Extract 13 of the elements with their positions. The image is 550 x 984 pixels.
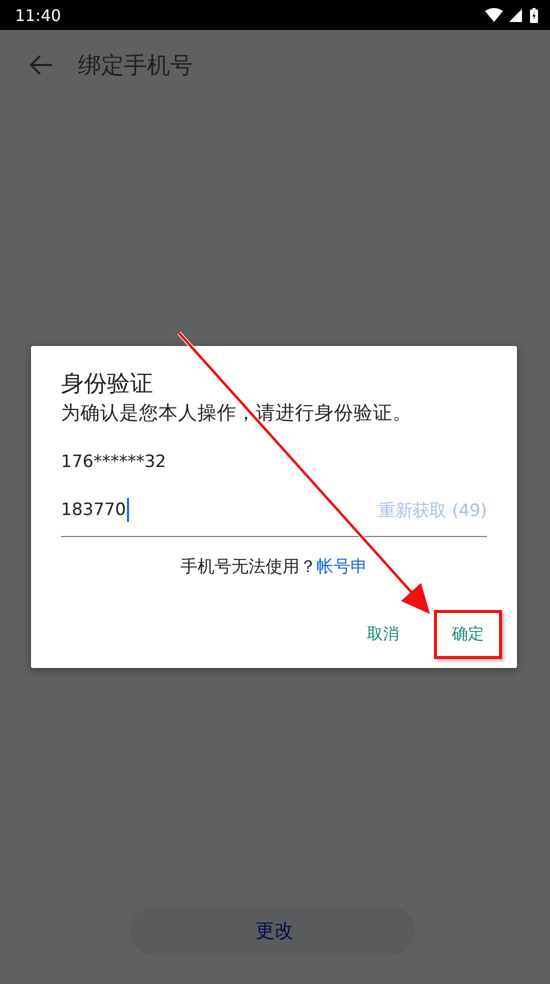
dialog-button[interactable]: 确定 (440, 616, 496, 653)
help-text: 手机号无法使用？ (180, 556, 316, 578)
dialog-button[interactable]: 取消 (355, 616, 411, 653)
status-time: 11:40 (15, 6, 62, 24)
change-button[interactable]: 更改 (130, 907, 415, 955)
dialog-title: 身份验证 (61, 370, 154, 398)
signal-icon (509, 8, 522, 22)
page-title: 绑定手机号 (78, 52, 193, 80)
appeal-link[interactable]: 帐号申 (316, 555, 368, 578)
dialog-message: 为确认是您本人操作，请进行身份验证。 (61, 401, 413, 426)
wifi-icon (485, 8, 503, 22)
battery-icon (530, 8, 538, 22)
phone-number: 176******32 (61, 452, 168, 472)
